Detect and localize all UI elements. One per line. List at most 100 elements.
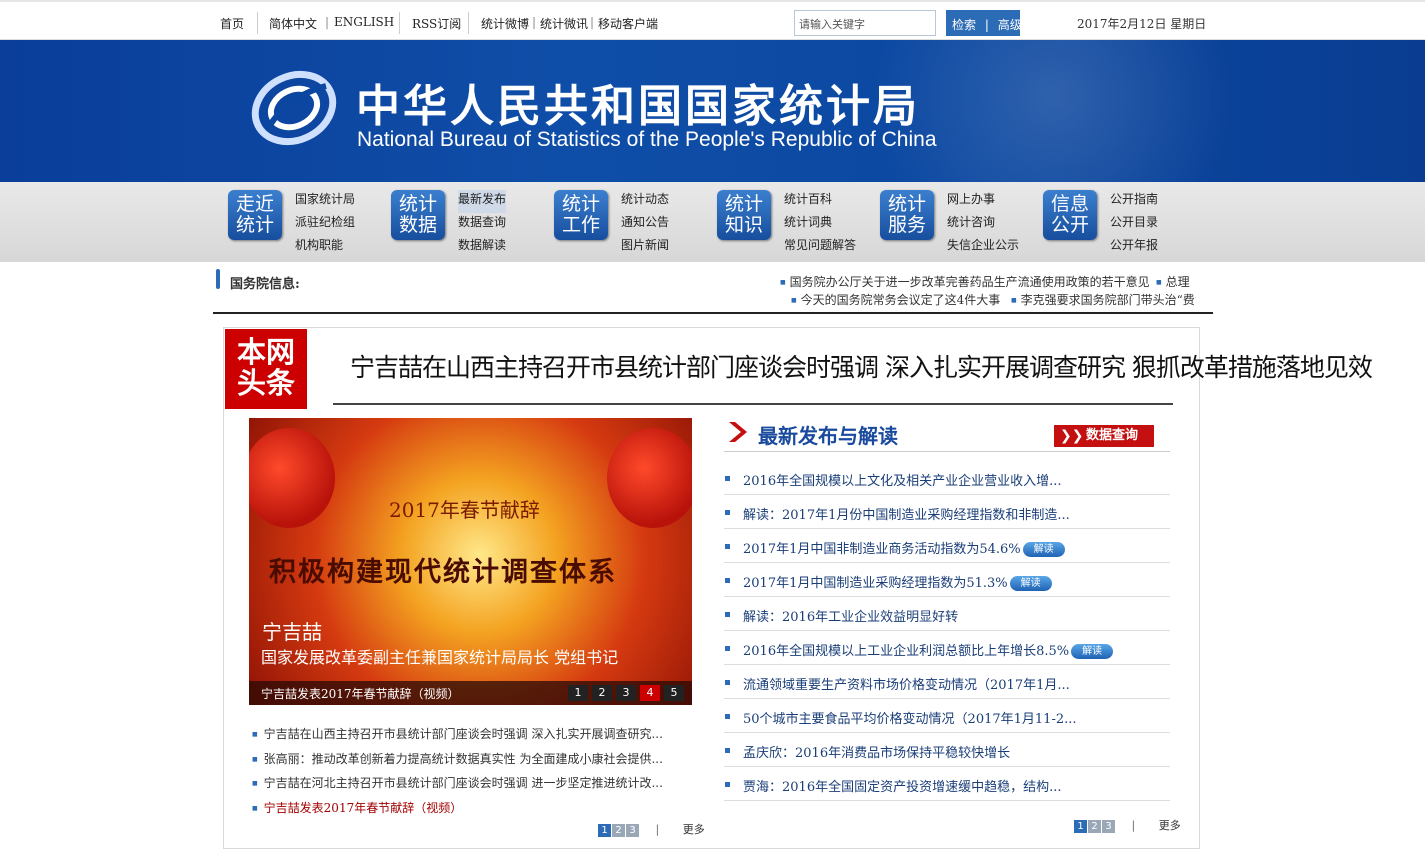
search-button[interactable]: 检索 — [952, 18, 976, 32]
interpretation-badge[interactable]: 解读 — [1022, 542, 1065, 557]
nav-link[interactable]: 数据解读 — [458, 236, 506, 259]
nbs-logo-icon[interactable] — [248, 66, 340, 150]
weibo-link[interactable]: 统计微博 — [481, 15, 529, 32]
release-item-text[interactable]: 50个城市主要食品平均价格变动情况（2017年1月11-2... — [743, 708, 1077, 727]
nav-link[interactable]: 公开指南 — [1110, 190, 1158, 213]
rss-link[interactable]: RSS订阅 — [412, 15, 461, 32]
pager-page[interactable]: 1 — [1074, 820, 1087, 833]
nav-link[interactable]: 国家统计局 — [295, 190, 355, 213]
pager-page[interactable]: 3 — [1102, 820, 1115, 833]
nav-icon-service[interactable]: 统计服务 — [880, 190, 934, 240]
nav-link[interactable]: 数据查询 — [458, 213, 506, 236]
divider: | — [325, 15, 330, 29]
divider: | — [590, 15, 595, 29]
nav-link[interactable]: 统计动态 — [621, 190, 669, 213]
release-item-text[interactable]: 解读：2016年工业企业效益明显好转 — [743, 606, 958, 625]
more-link[interactable]: 更多 — [683, 823, 705, 836]
release-item[interactable]: 解读：2016年工业企业效益明显好转 — [724, 597, 1170, 631]
release-item[interactable]: 50个城市主要食品平均价格变动情况（2017年1月11-2... — [724, 699, 1170, 733]
slide-page-button[interactable]: 3 — [616, 685, 636, 701]
nav-icon-data[interactable]: 统计数据 — [391, 190, 445, 240]
pager-page[interactable]: 2 — [612, 824, 625, 837]
slide-person-position: 国家发展改革委副主任兼国家统计局局长 党组书记 — [261, 648, 619, 667]
nav-link[interactable]: 统计词典 — [784, 213, 856, 236]
more-link[interactable]: 更多 — [1159, 819, 1181, 832]
nav-link[interactable]: 失信企业公示 — [947, 236, 1019, 259]
divider: | — [532, 15, 537, 29]
nav-link[interactable]: 统计百科 — [784, 190, 856, 213]
pager-divider: | — [1131, 819, 1136, 832]
release-item-text[interactable]: 2017年1月中国非制造业商务活动指数为54.6% — [743, 542, 1021, 557]
featured-slideshow[interactable]: 2017年春节献辞 积极构建现代统计调查体系 宁吉喆 国家发展改革委副主任兼国家… — [249, 418, 692, 705]
headline-tag: 本网 头条 — [225, 329, 307, 409]
nav-link[interactable]: 图片新闻 — [621, 236, 669, 259]
release-item-text[interactable]: 流通领域重要生产资料市场价格变动情况（2017年1月... — [743, 674, 1070, 693]
latest-release-title[interactable]: 最新发布与解读 — [758, 420, 898, 449]
slide-page-button[interactable]: 1 — [568, 685, 588, 701]
nav-group-open-info: 信息公开 公开指南 公开目录 公开年报 — [1043, 190, 1206, 254]
red-chevron-icon — [729, 422, 747, 442]
release-item-text[interactable]: 解读：2017年1月份中国制造业采购经理指数和非制造... — [743, 504, 1070, 523]
english-link[interactable]: ENGLISH — [334, 15, 394, 29]
gov-news-item[interactable]: 总理 — [1156, 273, 1196, 290]
pager-page[interactable]: 1 — [598, 824, 611, 837]
release-item-text[interactable]: 2017年1月中国制造业采购经理指数为51.3% — [743, 576, 1008, 591]
slide-caption[interactable]: 宁吉喆发表2017年春节献辞（视频） — [261, 685, 460, 702]
pager-page[interactable]: 2 — [1088, 820, 1101, 833]
left-news-item[interactable]: 宁吉喆在河北主持召开市县统计部门座谈会时强调 进一步坚定推进统计改... — [252, 774, 663, 791]
release-item[interactable]: 2016年全国规模以上文化及相关产业企业营业收入增... — [724, 461, 1170, 495]
nav-link[interactable]: 网上办事 — [947, 190, 1019, 213]
release-item[interactable]: 解读：2017年1月份中国制造业采购经理指数和非制造... — [724, 495, 1170, 529]
nav-link[interactable]: 通知公告 — [621, 213, 669, 236]
release-item[interactable]: 2016年全国规模以上工业企业利润总额比上年增长8.5% 解读 — [724, 631, 1170, 665]
release-item-text[interactable]: 2016年全国规模以上文化及相关产业企业营业收入增... — [743, 470, 1061, 489]
nav-icon-work[interactable]: 统计工作 — [554, 190, 608, 240]
release-item[interactable]: 2017年1月中国制造业采购经理指数为51.3% 解读 — [724, 563, 1170, 597]
release-divider — [724, 451, 1170, 452]
gov-news-item[interactable]: 今天的国务院常务会议定了这4件大事 — [791, 291, 1003, 308]
nav-icon-knowledge[interactable]: 统计知识 — [717, 190, 771, 240]
right-pager: 123 | 更多 — [1074, 817, 1181, 833]
slide-page-button-active[interactable]: 4 — [640, 685, 660, 701]
home-link[interactable]: 首页 — [220, 15, 244, 32]
left-news-item[interactable]: 张高丽：推动改革创新着力提高统计数据真实性 为全面建成小康社会提供... — [252, 750, 663, 767]
nav-group-knowledge: 统计知识 统计百科 统计词典 常见问题解答 — [717, 190, 880, 254]
nav-icon-open-info[interactable]: 信息公开 — [1043, 190, 1097, 240]
release-item[interactable]: 2017年1月中国非制造业商务活动指数为54.6% 解读 — [724, 529, 1170, 563]
slide-page-button[interactable]: 5 — [664, 685, 684, 701]
simplified-chinese-link[interactable]: 简体中文 — [269, 15, 317, 32]
nav-link[interactable]: 派驻纪检组 — [295, 213, 355, 236]
nav-link-latest-release[interactable]: 最新发布 — [458, 190, 507, 213]
nav-link[interactable]: 公开年报 — [1110, 236, 1158, 259]
left-news-item[interactable]: 宁吉喆发表2017年春节献辞（视频） — [252, 799, 463, 816]
weixin-link[interactable]: 统计微讯 — [540, 15, 588, 32]
gov-news-item[interactable]: 李克强要求国务院部门带头治“费” — [1011, 291, 1196, 308]
release-item[interactable]: 孟庆欣：2016年消费品市场保持平稳较快增长 — [724, 733, 1170, 767]
interpretation-badge[interactable]: 解读 — [1009, 576, 1052, 591]
nav-link[interactable]: 机构职能 — [295, 236, 355, 259]
search-input[interactable]: 请输入关键字 — [794, 10, 936, 36]
data-query-button[interactable]: ❯❯ 数据查询 — [1054, 425, 1154, 447]
nav-link[interactable]: 公开目录 — [1110, 213, 1158, 236]
release-item[interactable]: 流通领域重要生产资料市场价格变动情况（2017年1月... — [724, 665, 1170, 699]
pager-page[interactable]: 3 — [626, 824, 639, 837]
top-headline[interactable]: 宁吉喆在山西主持召开市县统计部门座谈会时强调 深入扎实开展调查研究 狠抓改革措施… — [350, 348, 1373, 384]
lantern-decoration — [607, 428, 692, 528]
release-item-text[interactable]: 贾海：2016年全国固定资产投资增速缓中趋稳，结构... — [743, 776, 1061, 795]
mobile-client-link[interactable]: 移动客户端 — [598, 15, 658, 32]
nav-link[interactable]: 常见问题解答 — [784, 236, 856, 259]
slide-page-button[interactable]: 2 — [592, 685, 612, 701]
site-title-en: National Bureau of Statistics of the Peo… — [357, 128, 937, 151]
headline-divider — [333, 403, 1173, 405]
release-item-text[interactable]: 2016年全国规模以上工业企业利润总额比上年增长8.5% — [743, 644, 1069, 659]
nav-link[interactable]: 统计咨询 — [947, 213, 1019, 236]
interpretation-badge[interactable]: 解读 — [1071, 644, 1114, 659]
release-item-text[interactable]: 孟庆欣：2016年消费品市场保持平稳较快增长 — [743, 742, 1010, 761]
state-council-info-bar: 国务院信息: 国务院办公厅关于进一步改革完善药品生产流通使用政策的若干意见 总理… — [213, 262, 1213, 314]
advanced-search-button[interactable]: 高级 — [998, 18, 1022, 32]
site-title-cn: 中华人民共和国国家统计局 — [356, 81, 920, 132]
left-news-item[interactable]: 宁吉喆在山西主持召开市县统计部门座谈会时强调 深入扎实开展调查研究... — [252, 725, 663, 742]
release-item[interactable]: 贾海：2016年全国固定资产投资增速缓中趋稳，结构... — [724, 767, 1170, 801]
nav-icon-zoujin[interactable]: 走近统计 — [228, 190, 282, 240]
gov-news-item[interactable]: 国务院办公厅关于进一步改革完善药品生产流通使用政策的若干意见 — [780, 273, 1152, 290]
